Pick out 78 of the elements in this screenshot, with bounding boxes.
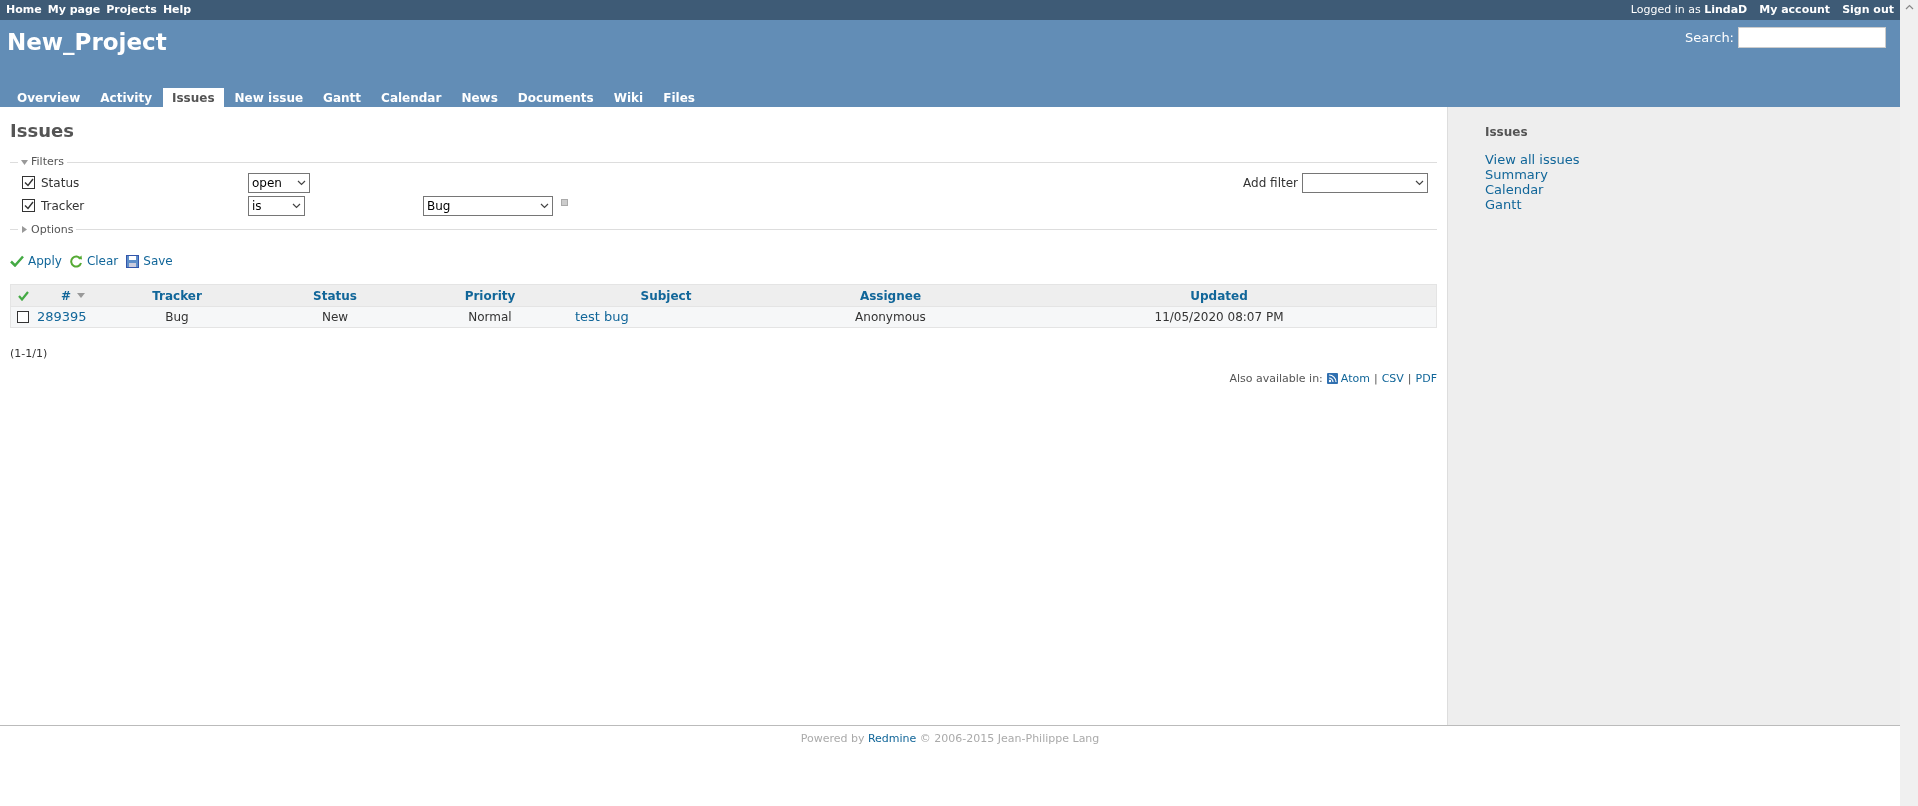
top-menu-link[interactable]: Home	[6, 1, 42, 19]
table-cell-text: New	[321, 309, 349, 326]
caret-icon	[1415, 179, 1424, 186]
export-link[interactable]: PDF	[1415, 370, 1437, 387]
column-header[interactable]: Priority	[427, 286, 553, 305]
export-link[interactable]: CSV	[1381, 370, 1404, 387]
caret-icon	[540, 202, 549, 209]
sort-desc-icon	[77, 293, 86, 298]
separator-text: |	[1407, 370, 1412, 387]
operator-select[interactable]: is	[248, 195, 305, 216]
triangle-right-icon	[21, 226, 28, 234]
tab[interactable]: Gantt	[314, 88, 371, 107]
search-label: Search:	[1684, 28, 1734, 47]
add-filter-label: Add filter	[1243, 174, 1298, 192]
scroll-up-icon[interactable]	[1904, 4, 1914, 10]
pagination-count: (1-1/1)	[10, 346, 49, 362]
caret-icon	[297, 179, 306, 186]
add-filter-select[interactable]	[1302, 172, 1428, 193]
table-cell-text: Normal	[468, 309, 512, 326]
top-menu-link[interactable]: Help	[162, 1, 192, 19]
table-cell-text: 11/05/2020 08:07 PM	[1154, 309, 1284, 326]
filter-checkbox[interactable]	[22, 176, 35, 189]
column-header[interactable]: Subject	[553, 286, 779, 305]
clear-link[interactable]: Clear	[69, 252, 119, 270]
separator-text: |	[1373, 370, 1378, 387]
tab[interactable]: New issue	[225, 88, 313, 107]
tab[interactable]: Files	[654, 88, 704, 107]
tab[interactable]: Calendar	[372, 88, 451, 107]
top-menu-link[interactable]: Projects	[106, 1, 157, 19]
footer-text: Powered by Redmine © 2006-2015 Jean-Philippe Lang	[800, 731, 1100, 747]
section-toggle[interactable]: Options	[18, 221, 77, 238]
issue-id-link[interactable]: 289395	[37, 307, 87, 327]
tab[interactable]: Issues	[163, 88, 224, 107]
issue-subject-link[interactable]: test bug	[575, 307, 629, 327]
search-field[interactable]	[1738, 27, 1886, 48]
column-header[interactable]: Status	[243, 286, 427, 305]
plus-icon[interactable]	[561, 198, 568, 206]
save-link[interactable]: Save	[126, 252, 173, 270]
column-header[interactable]: Updated	[1002, 286, 1436, 305]
user-link[interactable]: LindaD	[1704, 2, 1748, 16]
account-link[interactable]: My account	[1759, 1, 1831, 19]
column-header[interactable]: #	[35, 286, 111, 305]
footer-link[interactable]: Redmine	[867, 732, 917, 745]
top-menu-link[interactable]: My page	[47, 1, 101, 19]
table-cell-text: Anonymous	[855, 309, 926, 326]
refresh-icon	[69, 254, 83, 268]
tab[interactable]: Wiki	[604, 88, 653, 107]
column-header[interactable]: Assignee	[779, 286, 1002, 305]
project-title: New_Project	[7, 28, 167, 57]
apply-link[interactable]: Apply	[10, 252, 62, 270]
table-cell-text: Bug	[165, 309, 189, 326]
filter-checkbox[interactable]	[22, 199, 35, 212]
filter-label: Tracker	[41, 197, 85, 215]
logged-in-text: Logged in as LindaD	[1630, 1, 1748, 18]
feed-link[interactable]: Atom	[1326, 370, 1370, 387]
triangle-down-icon	[21, 158, 28, 166]
page-title: Issues	[10, 119, 75, 143]
tab[interactable]: Overview	[8, 88, 90, 107]
sidebar-link[interactable]: Gantt	[1485, 197, 1522, 212]
column-header[interactable]: Tracker	[111, 286, 243, 305]
caret-icon	[292, 202, 301, 209]
operator-select[interactable]: open	[248, 172, 310, 193]
sidebar-heading: Issues	[1485, 124, 1529, 141]
sidebar-link[interactable]: Calendar	[1485, 182, 1544, 197]
scrollbar[interactable]	[1900, 0, 1918, 806]
section-toggle[interactable]: Filters	[18, 154, 67, 171]
row-checkbox[interactable]	[17, 311, 29, 323]
tab[interactable]: News	[452, 88, 507, 107]
export-label: Also available in:	[1229, 370, 1323, 387]
tab[interactable]: Activity	[91, 88, 161, 107]
sidebar-link[interactable]: View all issues	[1485, 152, 1580, 167]
value-select[interactable]: Bug	[423, 195, 553, 216]
account-link[interactable]: Sign out	[1842, 1, 1894, 19]
rss-icon	[1326, 373, 1338, 385]
checkmark-icon	[10, 255, 24, 267]
sidebar-link[interactable]: Summary	[1485, 167, 1548, 182]
tab[interactable]: Documents	[508, 88, 603, 107]
filter-label: Status	[41, 174, 80, 192]
